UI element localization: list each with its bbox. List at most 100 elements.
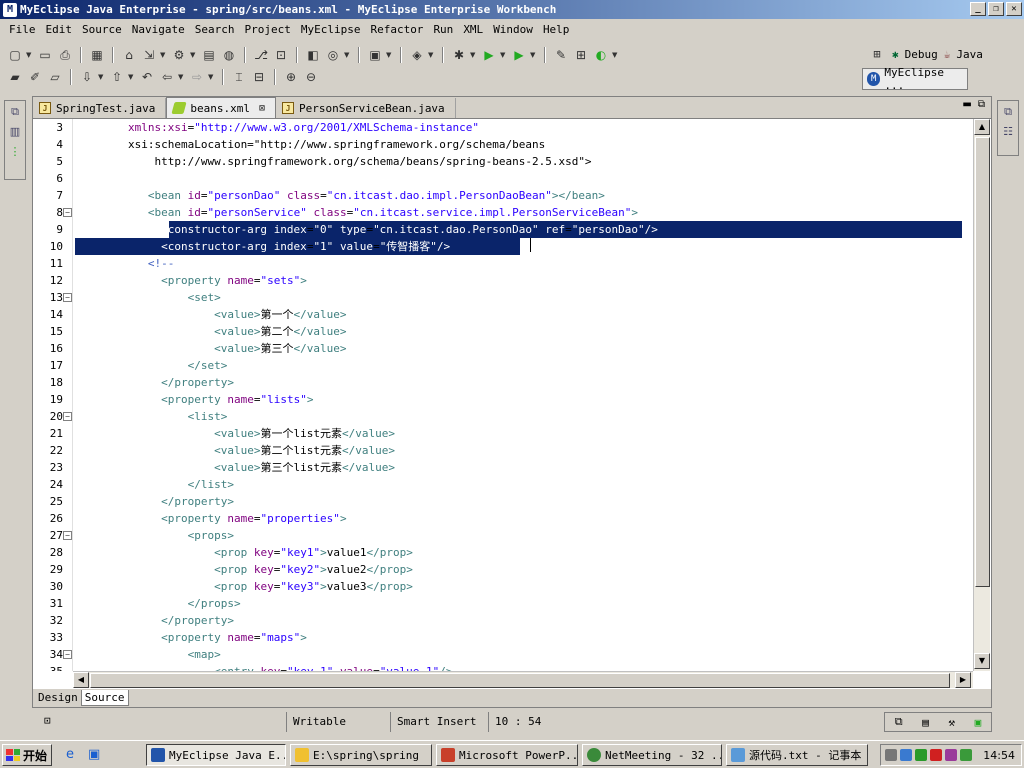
menu-window[interactable]: Window bbox=[488, 23, 538, 36]
code-line[interactable]: 20− <list> bbox=[33, 408, 973, 425]
code-line[interactable]: 30 <prop key="key3">value3</prop> bbox=[33, 578, 973, 595]
code-line[interactable]: 9 <constructor-arg index="0" type="cn.it… bbox=[33, 221, 973, 238]
next-annotation-icon[interactable]: ⇩ bbox=[78, 68, 96, 86]
chevron-down-icon[interactable]: ▼ bbox=[428, 51, 436, 59]
outline-icon[interactable]: ☷ bbox=[1001, 125, 1015, 139]
launch-server-icon[interactable]: ⚙ bbox=[170, 46, 188, 64]
code-line[interactable]: 5 http://www.springframework.org/schema/… bbox=[33, 153, 973, 170]
volume-icon[interactable] bbox=[885, 749, 897, 761]
update-icon[interactable] bbox=[960, 749, 972, 761]
code-line[interactable]: 10 <constructor-arg index="1" value="传智播… bbox=[33, 238, 973, 255]
debug-perspective-label[interactable]: Debug bbox=[905, 48, 938, 61]
horizontal-scrollbar[interactable]: ◀ ▶ bbox=[73, 671, 973, 688]
new-class-icon[interactable]: ◧ bbox=[304, 46, 322, 64]
browser-icon[interactable]: ◍ bbox=[220, 46, 238, 64]
code-line[interactable]: 3 xmlns:xsi="http://www.w3.org/2001/XMLS… bbox=[33, 119, 973, 136]
code-line[interactable]: 8− <bean id="personService" class="cn.it… bbox=[33, 204, 973, 221]
hierarchy-icon[interactable]: ⋮ bbox=[8, 145, 22, 159]
chevron-down-icon[interactable]: ▼ bbox=[500, 51, 508, 59]
scroll-up-button[interactable]: ▲ bbox=[974, 119, 990, 135]
code-line[interactable]: 26 <property name="properties"> bbox=[33, 510, 973, 527]
task-powerpoint[interactable]: Microsoft PowerP... bbox=[436, 744, 578, 766]
maximize-button[interactable]: ❐ bbox=[988, 2, 1004, 16]
chevron-down-icon[interactable]: ▼ bbox=[98, 73, 106, 81]
code-line[interactable]: 19 <property name="lists"> bbox=[33, 391, 973, 408]
debug-perspective-icon[interactable]: ✱ bbox=[892, 48, 899, 61]
scroll-down-button[interactable]: ▼ bbox=[974, 653, 990, 669]
new-icon[interactable]: ▢ bbox=[6, 46, 24, 64]
code-line[interactable]: 14 <value>第一个</value> bbox=[33, 306, 973, 323]
web-browser-icon[interactable]: ◎ bbox=[324, 46, 342, 64]
network-icon[interactable] bbox=[900, 749, 912, 761]
collapse-icon[interactable]: ⊖ bbox=[302, 68, 320, 86]
code-line[interactable]: 6 bbox=[33, 170, 973, 187]
last-edit-location-icon[interactable]: ↶ bbox=[138, 68, 156, 86]
task-myeclipse[interactable]: MyEclipse Java E... bbox=[146, 744, 286, 766]
tab-springtest-java[interactable]: J SpringTest.java bbox=[33, 98, 167, 118]
code-line[interactable]: 34− <map> bbox=[33, 646, 973, 663]
code-line[interactable]: 11 <!-- bbox=[33, 255, 973, 272]
restore-icon[interactable]: ⧉ bbox=[8, 105, 22, 119]
fast-view-icon[interactable]: ⊡ bbox=[44, 714, 51, 727]
new-package-icon[interactable]: ⊞ bbox=[572, 46, 590, 64]
fold-toggle-icon[interactable]: − bbox=[63, 650, 72, 659]
chevron-down-icon[interactable]: ▼ bbox=[386, 51, 394, 59]
menu-help[interactable]: Help bbox=[538, 23, 575, 36]
task-netmeeting[interactable]: NetMeeting - 32 ... bbox=[582, 744, 722, 766]
k-app-icon[interactable] bbox=[930, 749, 942, 761]
open-perspective-icon[interactable]: ◈ bbox=[408, 46, 426, 64]
antivirus-icon[interactable] bbox=[915, 749, 927, 761]
package-explorer-icon[interactable]: ▥ bbox=[8, 125, 22, 139]
folder-icon[interactable]: ▱ bbox=[46, 68, 64, 86]
open-type-icon[interactable]: ⎇ bbox=[252, 46, 270, 64]
servers-icon[interactable]: ▣ bbox=[975, 716, 982, 729]
minimize-editor-icon[interactable]: ▬ bbox=[962, 99, 971, 110]
show-desktop-icon[interactable]: ▣ bbox=[88, 747, 100, 762]
code-line[interactable]: 32 </property> bbox=[33, 612, 973, 629]
task-explorer[interactable]: E:\spring\spring bbox=[290, 744, 432, 766]
fold-toggle-icon[interactable]: − bbox=[63, 293, 72, 302]
code-line[interactable]: 7 <bean id="personDao" class="cn.itcast.… bbox=[33, 187, 973, 204]
java-perspective-icon[interactable]: ☕ bbox=[944, 48, 951, 61]
chevron-down-icon[interactable]: ▼ bbox=[26, 51, 34, 59]
package-icon[interactable]: ▦ bbox=[88, 46, 106, 64]
pencil-icon[interactable]: ✐ bbox=[26, 68, 44, 86]
scroll-right-button[interactable]: ▶ bbox=[955, 672, 971, 688]
code-line[interactable]: 13− <set> bbox=[33, 289, 973, 306]
code-line[interactable]: 27− <props> bbox=[33, 527, 973, 544]
code-line[interactable]: 24 </list> bbox=[33, 476, 973, 493]
chevron-down-icon[interactable]: ▼ bbox=[530, 51, 538, 59]
tasks-icon[interactable]: ⚒ bbox=[948, 716, 955, 729]
java-perspective-label[interactable]: Java bbox=[956, 48, 983, 61]
code-line[interactable]: 16 <value>第三个</value> bbox=[33, 340, 973, 357]
menu-run[interactable]: Run bbox=[428, 23, 458, 36]
tab-personservicebean-java[interactable]: J PersonServiceBean.java bbox=[276, 98, 456, 118]
forward-icon[interactable]: ⇨ bbox=[188, 68, 206, 86]
source-editor[interactable]: 3 xmlns:xsi="http://www.w3.org/2001/XMLS… bbox=[33, 119, 973, 671]
vertical-scroll-thumb[interactable] bbox=[975, 137, 990, 587]
chevron-down-icon[interactable]: ▼ bbox=[612, 51, 620, 59]
menu-xml[interactable]: XML bbox=[458, 23, 488, 36]
code-line[interactable]: 23 <value>第三个list元素</value> bbox=[33, 459, 973, 476]
close-button[interactable]: ✕ bbox=[1006, 2, 1022, 16]
code-line[interactable]: 21 <value>第一个list元素</value> bbox=[33, 425, 973, 442]
new-web-project-icon[interactable]: ▤ bbox=[200, 46, 218, 64]
code-line[interactable]: 22 <value>第二个list元素</value> bbox=[33, 442, 973, 459]
menu-edit[interactable]: Edit bbox=[41, 23, 78, 36]
tab-design[interactable]: Design bbox=[35, 690, 81, 706]
code-line[interactable]: 29 <prop key="key2">value2</prop> bbox=[33, 561, 973, 578]
myeclipse-app-icon[interactable]: M bbox=[3, 2, 17, 17]
restore-icon[interactable]: ⧉ bbox=[895, 715, 903, 729]
code-line[interactable]: 28 <prop key="key1">value1</prop> bbox=[33, 544, 973, 561]
chevron-down-icon[interactable]: ▼ bbox=[470, 51, 478, 59]
expand-icon[interactable]: ⊕ bbox=[282, 68, 300, 86]
tab-source[interactable]: Source bbox=[80, 690, 129, 706]
ie-icon[interactable]: e bbox=[66, 747, 74, 762]
security-icon[interactable] bbox=[945, 749, 957, 761]
code-line[interactable]: 35 <entry key="key-1" value="value-1"/> bbox=[33, 663, 973, 671]
server-icon[interactable]: ⌂ bbox=[120, 46, 138, 64]
code-line[interactable]: 15 <value>第二个</value> bbox=[33, 323, 973, 340]
myeclipse-perspective-button[interactable]: M MyEclipse ... bbox=[862, 66, 968, 92]
close-icon[interactable]: ⊠ bbox=[259, 103, 265, 114]
toggle-mark-icon[interactable]: ⌶ bbox=[230, 68, 248, 86]
